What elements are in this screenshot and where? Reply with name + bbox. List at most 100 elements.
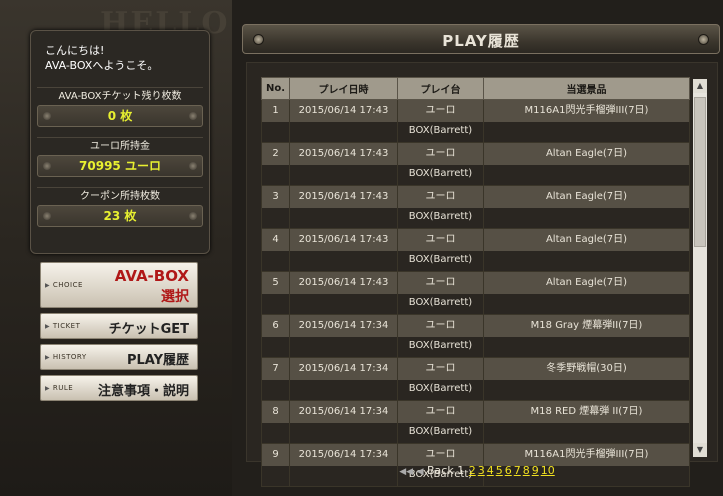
row-machine: ユーロ BOX(Barrett) [397, 357, 484, 401]
row-prize: Altan Eagle(7日) [483, 142, 690, 186]
table-row: 7 2015/06/14 17:34 ユーロ BOX(Barrett) 冬季野戦帽(30… [261, 357, 690, 401]
rivet-icon [189, 112, 197, 120]
prev-page-icon[interactable]: ◀ [417, 467, 424, 477]
history-content: No. プレイ日時 プレイ台 当選景品 1 2015/06/14 17:43 ユーロ… [246, 62, 718, 487]
page-link[interactable]: 7 [514, 464, 521, 477]
euro-stat-label: ユーロ所持金 [37, 137, 203, 155]
page-link[interactable]: 4 [487, 464, 494, 477]
row-date: 2015/06/14 17:34 [289, 357, 398, 401]
greeting-line-1: こんにちは! [45, 44, 105, 57]
row-no: 8 [261, 400, 290, 444]
row-machine: ユーロ BOX(Barrett) [397, 99, 484, 143]
table-row: 6 2015/06/14 17:34 ユーロ BOX(Barrett) M18 Gray… [261, 314, 690, 358]
row-prize: Altan Eagle(7日) [483, 185, 690, 229]
row-prize: M116A1閃光手榴弾III(7日) [483, 99, 690, 143]
row-no: 5 [261, 271, 290, 315]
page-links: 2 3 4 5 6 7 8 9 10 [468, 464, 556, 477]
main-panel: PLAY履歴 No. プレイ日時 プレイ台 当選景品 1 2015/06/14 1… [232, 0, 723, 496]
ticket-stat-box: 0 枚 [37, 105, 203, 127]
row-date: 2015/06/14 17:34 [289, 400, 398, 444]
page-link[interactable]: 10 [541, 464, 555, 477]
greeting: こんにちは! AVA-BOXへようこそ。 [31, 31, 209, 73]
row-machine: ユーロ BOX(Barrett) [397, 271, 484, 315]
scroll-up-arrow-icon[interactable]: ▲ [693, 79, 707, 93]
row-machine: ユーロ BOX(Barrett) [397, 228, 484, 272]
back-link[interactable]: Back [427, 464, 454, 477]
row-prize: M18 Gray 煙幕弾II(7日) [483, 314, 690, 358]
row-no: 3 [261, 185, 290, 229]
ticket-get-button[interactable]: ▶ TICKET チケットGET [40, 313, 198, 339]
rivet-icon [189, 212, 197, 220]
row-date: 2015/06/14 17:43 [289, 228, 398, 272]
page-header: PLAY履歴 [242, 24, 720, 54]
row-prize: 冬季野戦帽(30日) [483, 357, 690, 401]
coupon-stat-value: 23 枚 [103, 209, 137, 223]
row-prize: Altan Eagle(7日) [483, 228, 690, 272]
rivet-icon [43, 162, 51, 170]
play-history-button[interactable]: ▶ HISTORY PLAY履歴 [40, 344, 198, 370]
coupon-stat-box: 23 枚 [37, 205, 203, 227]
choice-big-label: AVA-BOX [114, 267, 189, 285]
page-link[interactable]: 5 [496, 464, 503, 477]
row-prize: Altan Eagle(7日) [483, 271, 690, 315]
ticket-big-label: チケットGET [108, 322, 189, 337]
table-row: 2 2015/06/14 17:43 ユーロ BOX(Barrett) Altan Ea… [261, 142, 690, 186]
rivet-icon [43, 212, 51, 220]
history-big-label: PLAY履歴 [126, 353, 189, 368]
euro-stat-value: 70995 ユーロ [79, 159, 161, 173]
row-machine: ユーロ BOX(Barrett) [397, 400, 484, 444]
row-no: 1 [261, 99, 290, 143]
column-header-machine: プレイ台 [397, 77, 484, 100]
page-link[interactable]: 9 [532, 464, 539, 477]
choice-ava-box-button[interactable]: ▶ CHOICE AVA-BOX 選択 [40, 262, 198, 308]
page-link[interactable]: 2 [469, 464, 476, 477]
row-date: 2015/06/14 17:34 [289, 314, 398, 358]
current-page: 1 [457, 464, 465, 477]
history-table: No. プレイ日時 プレイ台 当選景品 1 2015/06/14 17:43 ユーロ… [261, 77, 690, 487]
rivet-icon [189, 162, 197, 170]
euro-stat-box: 70995 ユーロ [37, 155, 203, 177]
choice-small-label: ▶ CHOICE [45, 281, 83, 289]
scroll-down-arrow-icon[interactable]: ▼ [693, 443, 707, 457]
table-header-row: No. プレイ日時 プレイ台 当選景品 [261, 77, 690, 100]
row-no: 4 [261, 228, 290, 272]
row-no: 7 [261, 357, 290, 401]
page-link[interactable]: 6 [505, 464, 512, 477]
row-machine: ユーロ BOX(Barrett) [397, 314, 484, 358]
rivet-icon [698, 34, 709, 45]
table-row: 4 2015/06/14 17:43 ユーロ BOX(Barrett) Altan Ea… [261, 228, 690, 272]
euro-stat: ユーロ所持金 70995 ユーロ [37, 137, 203, 177]
scroll-thumb[interactable] [694, 97, 706, 247]
sidebar: HELLO こんにちは! AVA-BOXへようこそ。 AVA-BOXチケット残り… [0, 0, 232, 496]
history-small-label: ▶ HISTORY [45, 353, 87, 361]
vertical-scrollbar[interactable]: ▲ ▼ [693, 79, 707, 457]
row-no: 2 [261, 142, 290, 186]
column-header-date: プレイ日時 [289, 77, 398, 100]
table-row: 3 2015/06/14 17:43 ユーロ BOX(Barrett) Altan Ea… [261, 185, 690, 229]
row-date: 2015/06/14 17:43 [289, 99, 398, 143]
coupon-stat: クーポン所持枚数 23 枚 [37, 187, 203, 227]
ticket-stat-value: 0 枚 [107, 109, 133, 123]
rivet-icon [43, 112, 51, 120]
row-date: 2015/06/14 17:43 [289, 142, 398, 186]
first-page-icon[interactable]: ◀◀ [399, 467, 413, 477]
table-row: 5 2015/06/14 17:43 ユーロ BOX(Barrett) Altan Ea… [261, 271, 690, 315]
ticket-stat: AVA-BOXチケット残り枚数 0 枚 [37, 87, 203, 127]
row-date: 2015/06/14 17:43 [289, 185, 398, 229]
page-link[interactable]: 8 [523, 464, 530, 477]
row-date: 2015/06/14 17:43 [289, 271, 398, 315]
table-row: 1 2015/06/14 17:43 ユーロ BOX(Barrett) M116A1閃光… [261, 99, 690, 143]
page-title: PLAY履歴 [442, 32, 520, 50]
choice-big-label-2: 選択 [161, 289, 189, 305]
ticket-small-label: ▶ TICKET [45, 322, 81, 330]
rules-button[interactable]: ▶ RULE 注意事項・説明 [40, 375, 198, 401]
coupon-stat-label: クーポン所持枚数 [37, 187, 203, 205]
column-header-prize: 当選景品 [483, 77, 690, 100]
table-row: 8 2015/06/14 17:34 ユーロ BOX(Barrett) M18 RED … [261, 400, 690, 444]
row-prize: M18 RED 煙幕弾 II(7日) [483, 400, 690, 444]
column-header-no: No. [261, 77, 290, 100]
pagination: ◀◀ ◀ Back 1 2 3 4 5 6 7 8 9 10 [232, 464, 723, 477]
page-link[interactable]: 3 [478, 464, 485, 477]
user-info-panel: こんにちは! AVA-BOXへようこそ。 AVA-BOXチケット残り枚数 0 枚… [30, 30, 210, 254]
row-machine: ユーロ BOX(Barrett) [397, 185, 484, 229]
